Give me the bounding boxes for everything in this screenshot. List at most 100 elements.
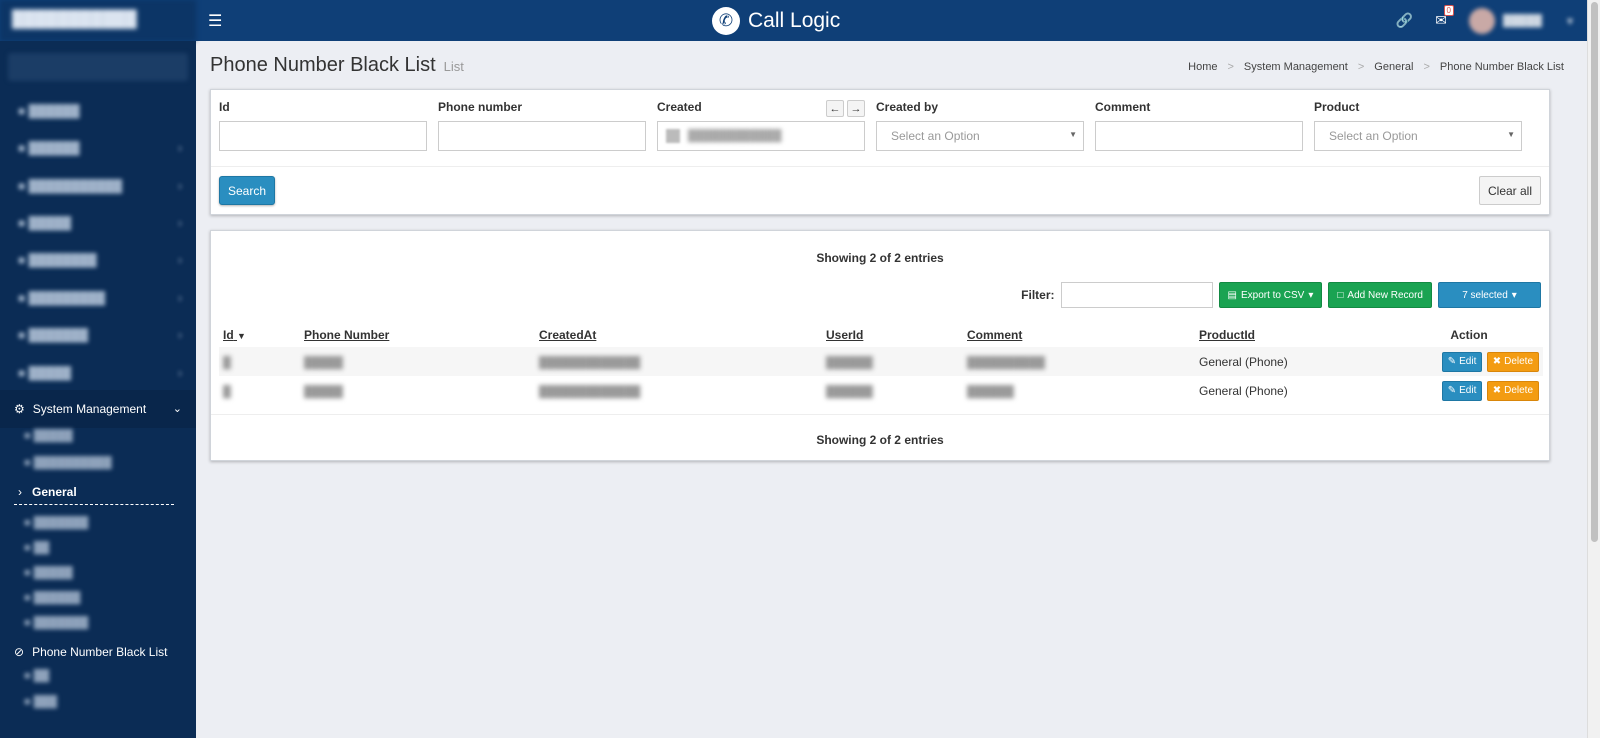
- table-toolbar: Filter: ▤ Export to CSV ▾ □ Add New Reco…: [1021, 282, 1541, 308]
- sidebar-item-system-management[interactable]: ⚙ System Management ⌄: [0, 390, 196, 428]
- breadcrumb-separator: >: [1423, 61, 1430, 73]
- columns-selected-button[interactable]: 7 selected ▾: [1438, 282, 1541, 308]
- arrow-left-icon[interactable]: ←: [826, 100, 844, 117]
- sidebar-item-blurred[interactable]: ■ ███████████ ›: [0, 172, 196, 200]
- created-by-filter: Created by Select an Option ▼: [876, 100, 1084, 151]
- chevron-right-icon: ›: [18, 485, 22, 499]
- col-header-id[interactable]: Id ▼: [219, 325, 300, 347]
- add-new-record-label: Add New Record: [1347, 289, 1423, 301]
- id-label: Id: [219, 100, 230, 114]
- edit-button[interactable]: ✎ Edit: [1441, 351, 1483, 372]
- delete-button[interactable]: ✖ Delete: [1486, 380, 1539, 401]
- product-select[interactable]: Select an Option ▼: [1314, 121, 1522, 151]
- product-filter: Product Select an Option ▼: [1314, 100, 1522, 151]
- created-by-select[interactable]: Select an Option ▼: [876, 121, 1084, 151]
- sidebar-item-blurred[interactable]: ■ █████ ›: [0, 209, 196, 237]
- export-csv-button[interactable]: ▤ Export to CSV ▾: [1218, 282, 1323, 308]
- notification-badge: 0: [1443, 5, 1454, 16]
- breadcrumb-home[interactable]: Home: [1188, 61, 1217, 73]
- sidebar-item-label: System Management: [32, 402, 147, 416]
- add-new-record-button[interactable]: □ Add New Record: [1328, 282, 1432, 308]
- close-icon: ✖: [1492, 385, 1502, 396]
- filter-panel: Id Phone number Created ← → ████████████…: [210, 89, 1550, 215]
- export-csv-label: Export to CSV: [1240, 289, 1305, 301]
- col-header-action: Action: [1450, 328, 1488, 342]
- sidebar-subitem-general[interactable]: › General: [14, 485, 174, 505]
- page-scrollbar[interactable]: [1587, 0, 1600, 738]
- breadcrumb-current: Phone Number Black List: [1439, 61, 1564, 73]
- sidebar-subitem-blurred[interactable]: ■ ███: [12, 691, 182, 715]
- table-filter-input[interactable]: [1060, 282, 1213, 308]
- created-by-label: Created by: [876, 100, 939, 114]
- close-icon: ✖: [1492, 356, 1502, 367]
- mail-icon[interactable]: ✉ 0: [1435, 5, 1454, 29]
- divider: [211, 414, 1549, 415]
- breadcrumb-system-management[interactable]: System Management: [1244, 61, 1348, 73]
- brand[interactable]: ✆ Call Logic: [712, 6, 840, 36]
- link-icon[interactable]: 🔗: [1396, 12, 1413, 29]
- sidebar-search-blurred[interactable]: [8, 53, 188, 81]
- sidebar-subitem-blurred[interactable]: ■ ██: [12, 537, 182, 561]
- breadcrumb: Home > System Management > General > Phone …: [1188, 61, 1564, 73]
- sidebar-subitem-blurred[interactable]: ■ ██████: [12, 587, 182, 611]
- page-subtitle: List: [443, 59, 464, 74]
- phone-input[interactable]: [438, 121, 646, 151]
- search-button[interactable]: Search: [219, 176, 275, 205]
- comment-input[interactable]: [1095, 121, 1303, 151]
- col-header-created-at[interactable]: CreatedAt: [535, 325, 822, 347]
- edit-button[interactable]: ✎ Edit: [1441, 380, 1483, 401]
- breadcrumb-general[interactable]: General: [1374, 61, 1413, 73]
- table-row: █ █████ █████████████ ██████ ██████████ …: [219, 347, 1543, 376]
- created-by-placeholder: Select an Option: [891, 129, 980, 143]
- created-date-range-input[interactable]: ████████████: [657, 121, 865, 151]
- phone-label: Phone number: [438, 100, 523, 114]
- calendar-icon: [666, 129, 680, 143]
- scrollbar-thumb[interactable]: [1591, 2, 1598, 542]
- col-header-product-id[interactable]: ProductId: [1195, 325, 1395, 347]
- ban-icon: ⊘: [14, 645, 25, 659]
- delete-button[interactable]: ✖ Delete: [1486, 351, 1539, 372]
- caret-down-icon: ▾: [1511, 289, 1517, 301]
- cell-phone-blurred: █████: [304, 385, 343, 398]
- phone-filter: Phone number: [438, 100, 646, 151]
- id-input[interactable]: [219, 121, 427, 151]
- arrow-right-icon[interactable]: →: [847, 100, 865, 117]
- edit-icon: ✎: [1447, 356, 1457, 367]
- sidebar-subitem-label: General: [32, 485, 77, 499]
- caret-down-icon: ▼: [1069, 130, 1077, 139]
- sidebar-subitem-blurred[interactable]: ■ ███████: [12, 512, 182, 536]
- page-title: Phone Number Black List: [210, 54, 436, 76]
- gears-icon: ⚙: [14, 402, 25, 416]
- menu-toggle-icon[interactable]: ☰: [208, 11, 222, 31]
- product-label: Product: [1314, 100, 1360, 114]
- sidebar-item-blurred[interactable]: ■ ██████ ›: [0, 134, 196, 162]
- table-header-row: Id ▼ Phone Number CreatedAt UserId Comme…: [219, 325, 1543, 347]
- col-header-phone-number[interactable]: Phone Number: [300, 325, 535, 347]
- phone-logo-icon: ✆: [712, 7, 740, 35]
- sidebar-subitem-label: Phone Number Black List: [32, 645, 168, 659]
- sidebar-item-blurred[interactable]: ■ ████████ ›: [0, 246, 196, 274]
- file-excel-icon: ▤: [1227, 289, 1237, 301]
- cell-phone-blurred: █████: [300, 347, 535, 376]
- sidebar-subitem-blurred[interactable]: ■ █████: [12, 425, 182, 449]
- sidebar-item-blurred[interactable]: ■ █████████ ›: [0, 284, 196, 312]
- table-row: █ █████ █████████████ ██████ ██████ Gene…: [219, 376, 1543, 405]
- sidebar-subitem-blurred[interactable]: ■ █████: [12, 562, 182, 586]
- user-menu[interactable]: █████ ▾: [1468, 7, 1573, 34]
- sidebar-subitem-blurred[interactable]: ■ ██: [12, 665, 182, 689]
- sidebar-subitem-blurred[interactable]: ■ ██████████: [12, 452, 182, 476]
- sidebar-item-blurred[interactable]: ■ █████ ›: [0, 359, 196, 387]
- cell-user-id-blurred: ██████: [822, 347, 963, 376]
- col-header-user-id[interactable]: UserId: [822, 325, 963, 347]
- clear-all-button[interactable]: Clear all: [1479, 176, 1541, 205]
- page-header: Phone Number Black List List: [210, 54, 464, 77]
- tenant-name-blurred: ███████████: [0, 0, 196, 41]
- col-header-comment[interactable]: Comment: [963, 325, 1195, 347]
- sidebar-subitem-blurred[interactable]: ■ ███████: [12, 612, 182, 636]
- sidebar-item-blurred[interactable]: ■ ███████ ›: [0, 321, 196, 349]
- sidebar-subitem-phone-blacklist[interactable]: ⊘ Phone Number Black List: [14, 641, 190, 663]
- cell-comment-blurred: ██████: [967, 385, 1014, 398]
- breadcrumb-separator: >: [1357, 61, 1365, 73]
- cell-id-blurred: █: [219, 347, 300, 376]
- sidebar-item-blurred[interactable]: ■ ██████: [0, 97, 196, 125]
